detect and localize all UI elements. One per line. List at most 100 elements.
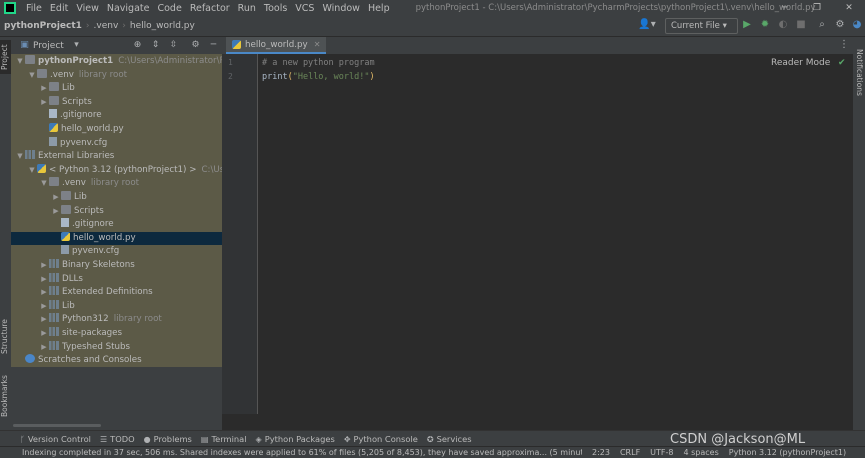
tree-item[interactable]: ▶ Typeshed Stubs <box>11 340 250 355</box>
tree-item[interactable]: ▼ External Libraries <box>11 150 226 164</box>
tool-todo[interactable]: ☰ TODO <box>100 434 135 444</box>
chevron-right-icon[interactable]: ▶ <box>39 313 49 327</box>
breadcrumb-file[interactable]: hello_world.py <box>126 21 199 31</box>
tab-hello-world[interactable]: hello_world.py ✕ <box>226 37 327 54</box>
tool-problems[interactable]: ● Problems <box>144 434 192 444</box>
stop-icon[interactable]: ■ <box>795 19 807 31</box>
scratch-icon <box>25 354 35 364</box>
run-icon[interactable]: ▶ <box>741 19 753 31</box>
tree-item[interactable]: ▼ .venv library root <box>11 177 250 191</box>
search-icon[interactable]: ⌕ <box>816 19 828 31</box>
code-line-2[interactable]: print("Hello, world!") <box>262 72 375 82</box>
chevron-down-icon[interactable]: ▼ <box>27 164 37 178</box>
hide-panel-icon[interactable]: ─ <box>208 40 219 51</box>
ide-update-icon[interactable]: ◕ <box>851 19 863 31</box>
tool-version-control[interactable]: ᚴ Version Control <box>20 434 91 444</box>
indent-setting[interactable]: 4 spaces <box>684 448 719 457</box>
chevron-right-icon[interactable]: ▶ <box>39 96 49 110</box>
code-line-1[interactable]: # a new python program <box>262 58 375 68</box>
breadcrumb-venv[interactable]: .venv <box>90 21 123 31</box>
tree-item[interactable]: ▼ .venv library root <box>11 68 238 83</box>
chevron-right-icon[interactable]: ▶ <box>51 205 61 219</box>
chevron-right-icon[interactable]: ▶ <box>39 259 49 273</box>
chevron-right-icon[interactable]: ▶ <box>39 82 49 96</box>
tree-item[interactable]: pyvenv.cfg <box>11 136 250 151</box>
tree-item[interactable]: ▶ Lib <box>11 299 250 314</box>
menu-code[interactable]: Code <box>153 3 185 14</box>
more-icon[interactable]: ⋮ <box>839 39 849 50</box>
minimize-icon[interactable]: ─ <box>769 0 801 16</box>
chevron-right-icon[interactable]: ▶ <box>39 286 49 300</box>
tree-item[interactable]: Scratches and Consoles <box>11 354 226 368</box>
menu-refactor[interactable]: Refactor <box>186 3 234 14</box>
tab-project[interactable]: Project <box>0 40 11 74</box>
caret-position[interactable]: 2:23 <box>592 448 610 457</box>
tree-item[interactable]: .gitignore <box>11 109 250 123</box>
reader-mode-toggle[interactable]: Reader Mode <box>771 58 830 68</box>
tree-item[interactable]: ▼ < Python 3.12 (pythonProject1) > C:\User… <box>11 163 238 178</box>
chevron-right-icon[interactable]: ▶ <box>39 341 49 355</box>
tree-item[interactable]: ▶ site-packages <box>11 327 250 341</box>
tree-item-label: Scratches and Consoles <box>38 355 142 366</box>
tool-python-console[interactable]: ✥ Python Console <box>344 434 418 444</box>
tree-item[interactable]: ▶ Scripts <box>11 95 250 110</box>
check-icon[interactable]: ✔ <box>838 58 846 68</box>
chevron-right-icon[interactable]: ▶ <box>39 273 49 287</box>
breadcrumb-project[interactable]: pythonProject1 <box>0 21 86 31</box>
menu-tools[interactable]: Tools <box>260 3 291 14</box>
gear-icon[interactable]: ⚙ <box>190 40 201 51</box>
tool-terminal[interactable]: ▤ Terminal <box>201 434 247 444</box>
collapse-all-icon[interactable]: ⇳ <box>168 40 179 51</box>
expand-all-icon[interactable]: ⇕ <box>150 40 161 51</box>
tree-item[interactable]: ▶ Python312 library root <box>11 313 250 327</box>
function-name: print <box>262 72 288 82</box>
tab-structure[interactable]: Structure <box>0 313 11 361</box>
code-editor[interactable]: 1 2 # a new python program print("Hello,… <box>222 54 853 414</box>
chevron-down-icon[interactable]: ▼ <box>15 150 25 164</box>
chevron-down-icon[interactable]: ▼ <box>15 55 25 69</box>
run-config-dropdown[interactable]: Current File ▾ <box>665 18 738 34</box>
interpreter-selector[interactable]: Python 3.12 (pythonProject1) <box>729 448 846 457</box>
close-tab-icon[interactable]: ✕ <box>314 40 321 49</box>
menu-vcs[interactable]: VCS <box>291 3 318 14</box>
status-message[interactable]: Indexing completed in 37 sec, 506 ms. Sh… <box>22 448 582 457</box>
chevron-right-icon[interactable]: ▶ <box>39 300 49 314</box>
menu-navigate[interactable]: Navigate <box>103 3 154 14</box>
tree-item-label: .venv <box>62 178 86 189</box>
tree-item[interactable]: ▶ Binary Skeletons <box>11 259 250 273</box>
restore-icon[interactable]: ❐ <box>801 0 833 16</box>
python-file-icon <box>232 40 241 49</box>
gear-icon[interactable]: ⚙ <box>834 19 846 31</box>
debug-icon[interactable]: ✹ <box>759 19 771 31</box>
chevron-right-icon[interactable]: ▶ <box>39 327 49 341</box>
menu-help[interactable]: Help <box>364 3 394 14</box>
chevron-down-icon[interactable]: ▼ <box>39 177 49 191</box>
menu-window[interactable]: Window <box>318 3 363 14</box>
coverage-icon[interactable]: ◐ <box>777 19 789 31</box>
tool-services[interactable]: ✪ Services <box>427 434 472 444</box>
tab-notifications[interactable]: Notifications <box>853 45 864 99</box>
menu-run[interactable]: Run <box>234 3 260 14</box>
tab-bookmarks[interactable]: Bookmarks <box>0 371 11 421</box>
close-icon[interactable]: ✕ <box>833 0 865 16</box>
tree-item[interactable]: ▶ Lib <box>11 82 250 96</box>
chevron-down-icon[interactable]: ▾ <box>71 40 82 51</box>
tree-item-label: hello_world.py <box>61 124 124 134</box>
menu-edit[interactable]: Edit <box>46 3 72 14</box>
chevron-right-icon[interactable]: ▶ <box>51 191 61 205</box>
locate-icon[interactable]: ⊕ <box>132 40 143 51</box>
menu-file[interactable]: File <box>22 3 46 14</box>
horizontal-scrollbar[interactable] <box>13 424 101 427</box>
tool-python-packages[interactable]: ◈ Python Packages <box>256 434 335 444</box>
file-encoding[interactable]: UTF-8 <box>650 448 673 457</box>
tree-item[interactable]: ▼ pythonProject1 C:\Users\Administrator\Py… <box>11 55 226 69</box>
tree-item[interactable]: ▶ Extended Definitions <box>11 286 250 300</box>
chevron-down-icon[interactable]: ▼ <box>27 69 37 83</box>
menu-view[interactable]: View <box>72 3 103 14</box>
user-icon[interactable]: 👤▾ <box>638 19 656 31</box>
tree-item[interactable]: hello_world.py <box>11 123 250 137</box>
tree-item[interactable]: ▶ DLLs <box>11 272 250 287</box>
line-separator[interactable]: CRLF <box>620 448 640 457</box>
folder-icon <box>25 55 35 64</box>
project-panel-title[interactable]: Project <box>33 41 64 51</box>
